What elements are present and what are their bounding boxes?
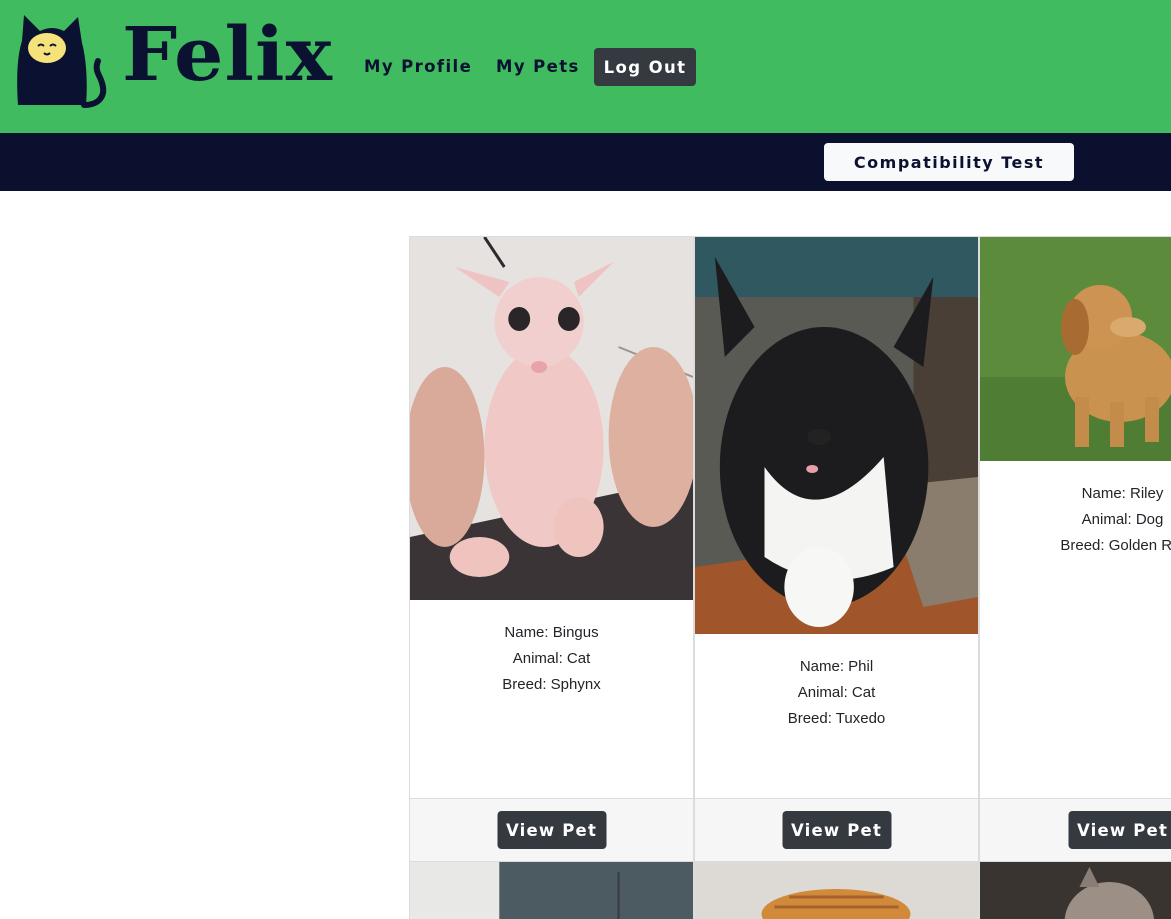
log-out-button[interactable]: Log Out xyxy=(594,48,696,86)
view-pet-button[interactable]: View Pet xyxy=(497,811,606,849)
brand-wordmark[interactable]: Felix xyxy=(122,18,333,92)
pet-breed: Breed: Golden Ret xyxy=(1060,537,1171,554)
pet-card-riley: Name: Riley Animal: Dog Breed: Golden Re… xyxy=(979,236,1171,862)
pet-card-phil: Name: Phil Animal: Cat Breed: Tuxedo Vie… xyxy=(694,236,979,862)
pet-breed: Breed: Tuxedo xyxy=(787,710,886,727)
pet-photo-next-3 xyxy=(979,862,1171,919)
pet-card-bingus: Name: Bingus Animal: Cat Breed: Sphynx V… xyxy=(409,236,694,862)
top-navbar: Felix My Profile My Pets Log Out xyxy=(0,0,1171,133)
pet-photo-phil xyxy=(695,237,978,634)
pet-photo-next-2 xyxy=(694,862,979,919)
cat-logo-icon[interactable] xyxy=(14,13,110,109)
nav-my-pets[interactable]: My Pets xyxy=(496,56,580,78)
card-footer: View Pet xyxy=(695,798,978,861)
sub-navbar: Compatibility Test xyxy=(0,133,1171,191)
pet-info: Name: Riley Animal: Dog Breed: Golden Re… xyxy=(980,481,1171,559)
pet-photo-riley xyxy=(980,237,1171,461)
pet-animal: Animal: Dog xyxy=(1081,511,1164,528)
pet-name: Name: Phil xyxy=(799,658,874,675)
pet-name: Name: Bingus xyxy=(504,624,599,641)
view-pet-button[interactable]: View Pet xyxy=(1068,811,1171,849)
card-footer: View Pet xyxy=(410,798,693,861)
view-pet-button[interactable]: View Pet xyxy=(782,811,891,849)
pet-name: Name: Riley xyxy=(1081,485,1164,502)
pet-photo-next-1 xyxy=(409,862,694,919)
nav-my-profile[interactable]: My Profile xyxy=(364,56,472,78)
pet-animal: Animal: Cat xyxy=(797,684,876,701)
pet-photo-bingus xyxy=(410,237,693,600)
pet-info: Name: Phil Animal: Cat Breed: Tuxedo xyxy=(695,654,978,732)
card-footer: View Pet xyxy=(980,798,1171,861)
compatibility-test-button[interactable]: Compatibility Test xyxy=(824,143,1074,181)
pet-info: Name: Bingus Animal: Cat Breed: Sphynx xyxy=(410,620,693,698)
pet-breed: Breed: Sphynx xyxy=(502,676,601,693)
pet-animal: Animal: Cat xyxy=(512,650,591,667)
